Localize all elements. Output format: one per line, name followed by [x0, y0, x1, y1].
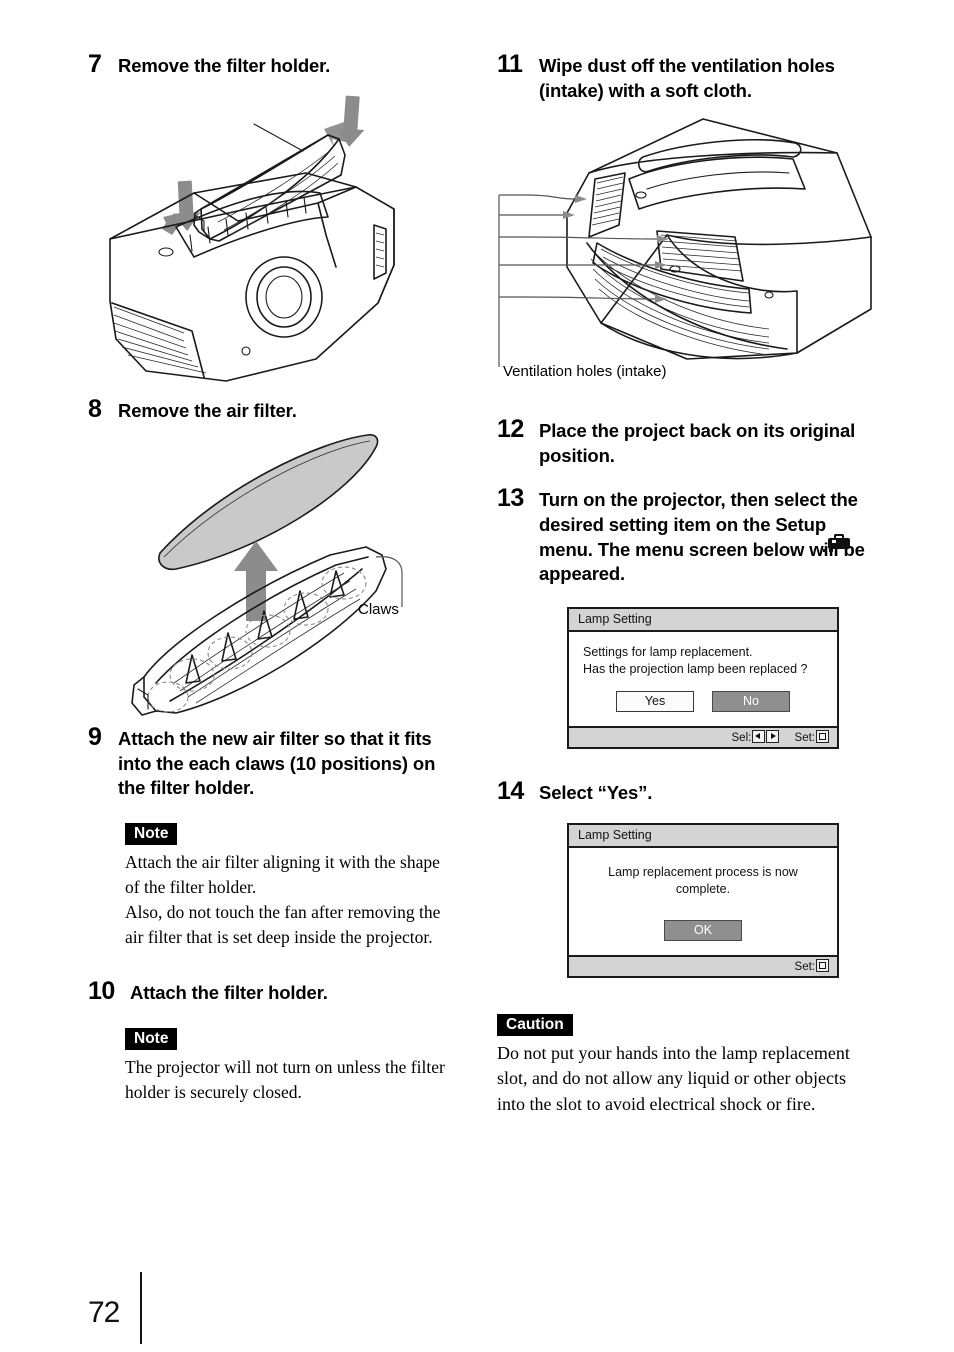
- step-8-text: Remove the air filter.: [118, 399, 297, 421]
- manual-page: 7 Remove the filter holder. 8 Remove the…: [0, 0, 954, 1352]
- step-11: 11 Wipe dust off the ventilation holes (…: [497, 52, 897, 103]
- step-13-text-before-icon: Turn on the projector, then select the d…: [539, 489, 858, 535]
- left-column: 7 Remove the filter holder. 8 Remove the…: [88, 0, 488, 1105]
- step-11-text: Wipe dust off the ventilation holes (int…: [539, 55, 835, 101]
- osd-footer: Set:: [569, 954, 837, 976]
- right-column: 11 Wipe dust off the ventilation holes (…: [497, 0, 897, 1118]
- osd-body: Settings for lamp replacement. Has the p…: [569, 631, 837, 726]
- page-number-rule: [140, 1272, 142, 1344]
- step-7-number: 7: [88, 50, 102, 78]
- figure-remove-filter-holder: [106, 89, 488, 389]
- osd-message-line: Settings for lamp replacement.: [583, 644, 753, 659]
- step-12: 12 Place the project back on its origina…: [497, 417, 897, 468]
- step-14: 14 Select “Yes”.: [497, 776, 897, 806]
- note-tag: Note: [125, 822, 178, 846]
- osd-title: Lamp Setting: [569, 825, 837, 849]
- figure-remove-air-filter: Claws: [130, 429, 488, 719]
- osd-footer-set-label: Set:: [794, 960, 815, 973]
- ventilation-holes-illustration: [498, 118, 872, 368]
- step-7-text: Remove the filter holder.: [118, 55, 331, 76]
- step-10-number: 10: [88, 977, 115, 1006]
- caution-block: Caution Do not put your hands into the l…: [497, 1013, 897, 1118]
- enter-key-icon: [815, 729, 829, 743]
- step-10-text: Attach the filter holder.: [130, 982, 328, 1004]
- step-14-number: 14: [497, 776, 524, 805]
- projector-filter-holder-illustration: [109, 95, 395, 382]
- step-9-number: 9: [88, 723, 102, 752]
- step-7: 7 Remove the filter holder.: [88, 52, 488, 79]
- step-11-number: 11: [497, 50, 523, 78]
- step-12-number: 12: [497, 415, 524, 444]
- step-14-text: Select “Yes”.: [539, 781, 653, 803]
- air-filter-illustration: [131, 434, 403, 716]
- page-number: 72: [88, 1296, 120, 1329]
- step-9: 9 Attach the new air filter so that it f…: [88, 725, 488, 801]
- enter-key-icon: [815, 958, 829, 972]
- caution-body: Do not put your hands into the lamp repl…: [497, 1042, 850, 1114]
- note-tag: Note: [125, 1027, 178, 1051]
- osd-footer-set-label: Set:: [794, 731, 815, 744]
- ok-button[interactable]: OK: [664, 919, 742, 941]
- step-9-text: Attach the new air filter so that it fit…: [118, 728, 436, 799]
- arrow-left-key-icon: [751, 729, 765, 743]
- osd-footer-sel: Sel:: [731, 729, 780, 744]
- step-10: 10 Attach the filter holder.: [88, 979, 488, 1006]
- note-block-1: Note Attach the air filter aligning it w…: [125, 822, 488, 949]
- figure-ventilation-holes: Ventilation holes (intake): [497, 117, 897, 381]
- step-13-text: Turn on the projector, then select the d…: [539, 486, 869, 586]
- osd-footer-set: Set:: [794, 958, 829, 973]
- osd-dialog-lamp-setting-complete[interactable]: Lamp Setting Lamp replacement process is…: [567, 823, 839, 978]
- osd-title: Lamp Setting: [569, 608, 837, 632]
- osd-button-row: OK: [583, 919, 823, 941]
- step-8: 8 Remove the air filter.: [88, 394, 488, 424]
- osd-message-line: Lamp replacement process is now complete…: [608, 865, 798, 896]
- step-13-number: 13: [497, 484, 524, 513]
- note-body: The projector will not turn on unless th…: [125, 1057, 445, 1102]
- arrow-right-key-icon: [765, 729, 779, 743]
- osd-footer-set: Set:: [794, 729, 829, 744]
- claws-label: Claws: [358, 601, 399, 619]
- yes-button[interactable]: Yes: [616, 690, 694, 712]
- step-13-text-after-icon: menu. The menu screen below will be appe…: [539, 538, 865, 585]
- osd-body: Lamp replacement process is now complete…: [569, 848, 837, 955]
- osd-dialog-lamp-setting-confirm[interactable]: Lamp Setting Settings for lamp replaceme…: [567, 606, 839, 749]
- caution-tag: Caution: [497, 1013, 573, 1036]
- osd-footer-sel-label: Sel:: [731, 731, 752, 744]
- osd-footer: Sel: Set:: [569, 725, 837, 747]
- note-block-2: Note The projector will not turn on unle…: [125, 1027, 488, 1105]
- step-12-text: Place the project back on its original p…: [539, 420, 856, 466]
- no-button[interactable]: No: [712, 690, 790, 712]
- step-8-number: 8: [88, 394, 102, 423]
- step-13: 13 Turn on the projector, then select th…: [497, 486, 897, 586]
- ventilation-holes-label: Ventilation holes (intake): [503, 363, 667, 381]
- osd-message-line: Has the projection lamp been replaced ?: [583, 661, 808, 676]
- note-body: Attach the air filter aligning it with t…: [125, 852, 441, 947]
- osd-button-row: Yes No: [583, 690, 823, 712]
